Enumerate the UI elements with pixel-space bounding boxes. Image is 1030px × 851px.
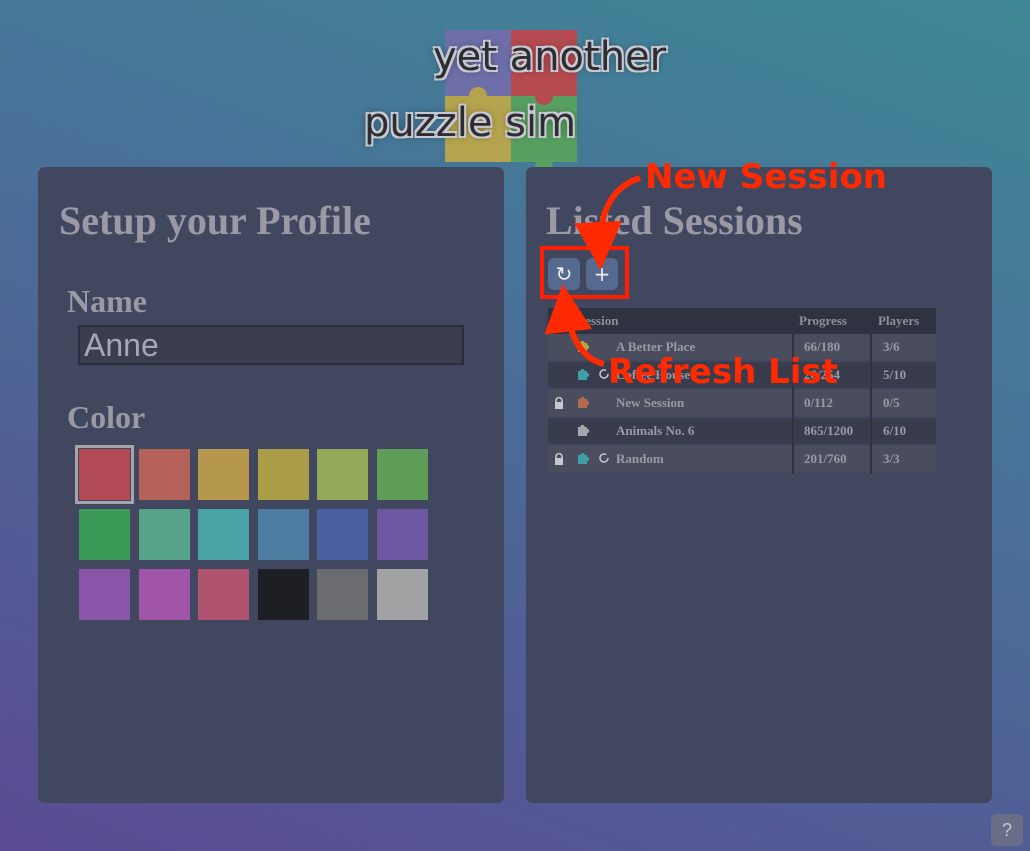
annotation-arrows	[544, 175, 642, 367]
help-button[interactable]: ?	[991, 814, 1023, 846]
annotation-new-session: New Session	[645, 157, 888, 197]
annotation-refresh-list: Refresh List	[608, 352, 838, 392]
